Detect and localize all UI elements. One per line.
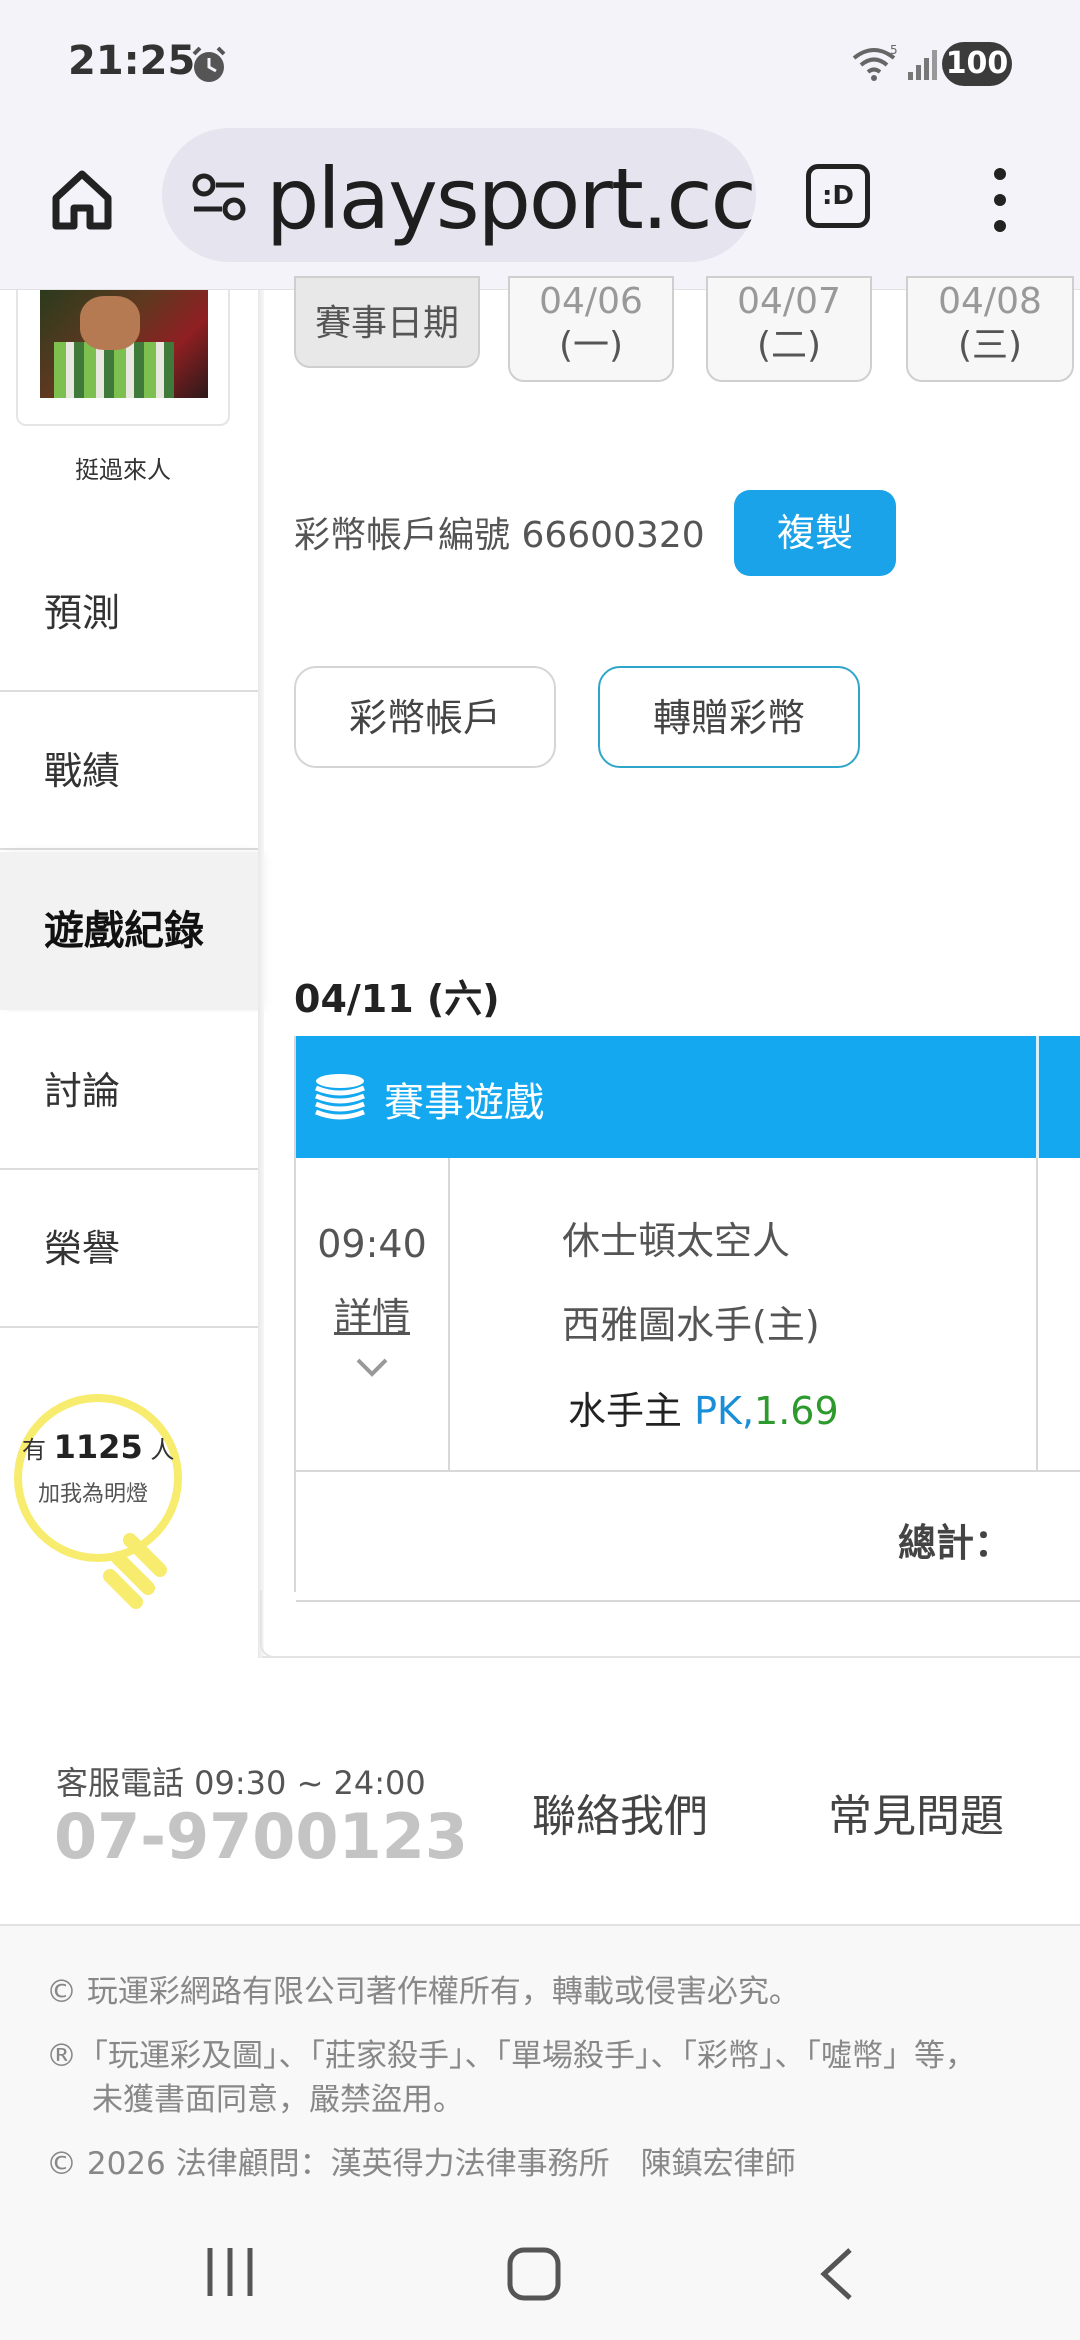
chevron-down-icon[interactable] [354,1356,390,1378]
content-corner [260,1590,280,1658]
sidebar-item-game-history[interactable]: 遊戲紀錄 [0,852,258,1010]
system-nav-bar [0,2216,1080,2340]
overflow-menu-icon[interactable] [980,160,1020,240]
day-heading: 04/11 (六) [294,977,500,1021]
details-link[interactable]: 詳情 [296,1286,448,1341]
service-phone[interactable]: 07-9700123 [54,1800,468,1873]
browser-toolbar: playsport.cc :D [0,122,1080,290]
main-content: 賽事日期 04/06 (一) 04/07 (二) 04/08 (三) 彩幣帳戶編… [260,276,1080,1658]
coin-account-button[interactable]: 彩幣帳戶 [294,666,556,768]
date-chip-weekday: (二) [756,325,822,366]
fan-count-prefix: 有 [22,1436,46,1464]
wifi-icon: 5 [852,44,898,81]
date-chip-weekday: (一) [558,325,624,366]
site-settings-icon[interactable] [190,172,250,222]
svg-text:5: 5 [890,44,898,57]
fan-count-suffix: 人 [150,1436,175,1464]
game-table: 賽事遊戲 09:40 詳情 休士頓太空人 西雅圖水手(主) 水手主 PK,1.6… [294,1036,1080,1602]
pick-team: 水手主 [568,1389,683,1433]
date-bar-label: 賽事日期 [294,276,480,368]
sidebar-item-honors[interactable]: 榮譽 [0,1170,258,1328]
away-team: 休士頓太空人 [562,1219,791,1263]
url-text: playsport.cc [266,150,756,248]
pick-type: PK, [694,1389,755,1433]
copy-button[interactable]: 複製 [734,490,896,576]
alarm-icon [192,46,226,82]
fan-count-number: 1125 [53,1428,143,1466]
table-header: 賽事遊戲 [296,1036,1080,1158]
service-hours: 客服電話 09:30 ~ 24:00 [56,1764,426,1802]
faq-link[interactable]: 常見問題 [828,1780,1004,1844]
username: 挺過來人 [75,456,171,484]
column-divider [448,1158,450,1472]
recent-apps-icon[interactable] [202,2244,258,2300]
transfer-coins-button[interactable]: 轉贈彩幣 [598,666,860,768]
tabs-button[interactable]: :D [806,164,870,228]
date-chip[interactable]: 04/07 (二) [706,276,872,382]
date-chip-date: 04/07 [737,281,841,322]
coin-account-number: 彩幣帳戶編號 66600320 [294,515,705,556]
coins-icon [315,1074,365,1120]
legal-trademark-cont: 未獲書面同意，嚴禁盜用。 [92,2082,464,2118]
avatar [40,290,208,398]
avatar-face [80,296,140,350]
status-bar: 21:25 5 100 [0,0,1080,122]
sidebar-item-predictions[interactable]: 預測 [0,534,258,692]
legal-copyright: © 玩運彩網路有限公司著作權所有，轉載或侵害必究。 [46,1974,800,2010]
pick-line: 水手主 PK,1.69 [568,1380,839,1435]
contact-us-link[interactable]: 聯絡我們 [532,1780,708,1844]
sidebar-item-record[interactable]: 戰績 [0,692,258,850]
date-chip-date: 04/06 [539,281,643,322]
status-time: 21:25 [68,38,196,84]
home-nav-icon[interactable] [506,2246,562,2302]
date-chip[interactable]: 04/08 (三) [906,276,1074,382]
home-icon[interactable] [42,160,122,240]
sidebar-item-discussion[interactable]: 討論 [0,1012,258,1170]
date-chip-date: 04/08 [938,281,1042,322]
back-icon[interactable] [816,2246,856,2302]
total-label: 總計： [898,1521,1013,1565]
table-header-divider [1036,1036,1039,1158]
pick-odds: 1.69 [754,1389,839,1433]
avatar-card[interactable] [16,290,230,426]
table-row: 09:40 詳情 休士頓太空人 西雅圖水手(主) 水手主 PK,1.69 [296,1158,1080,1472]
fan-count: 有 1125 人 [22,1428,174,1466]
legal-counsel: © 2026 法律顧問：漢英得力法律事務所 陳鎮宏律師 [46,2146,796,2182]
game-time: 09:40 [317,1222,427,1266]
add-beacon-link[interactable]: 加我為明燈 [38,1476,148,1508]
avatar-shirt [54,342,174,398]
total-row: 總計： [296,1472,1080,1602]
address-bar[interactable]: playsport.cc [162,128,756,262]
date-chip-weekday: (三) [957,325,1023,366]
table-title: 賽事遊戲 [384,1080,544,1126]
column-divider [1036,1158,1038,1472]
legal-trademark: ®「玩運彩及圖」、「莊家殺手」、「單場殺手」、「彩幣」、「噓幣」等， [46,2038,976,2074]
content-bottom-border [262,1656,1080,1658]
home-team: 西雅圖水手(主) [562,1303,820,1347]
date-chip[interactable]: 04/06 (一) [508,276,674,382]
signal-icon [908,50,937,80]
battery-indicator: 100 [942,42,1012,86]
